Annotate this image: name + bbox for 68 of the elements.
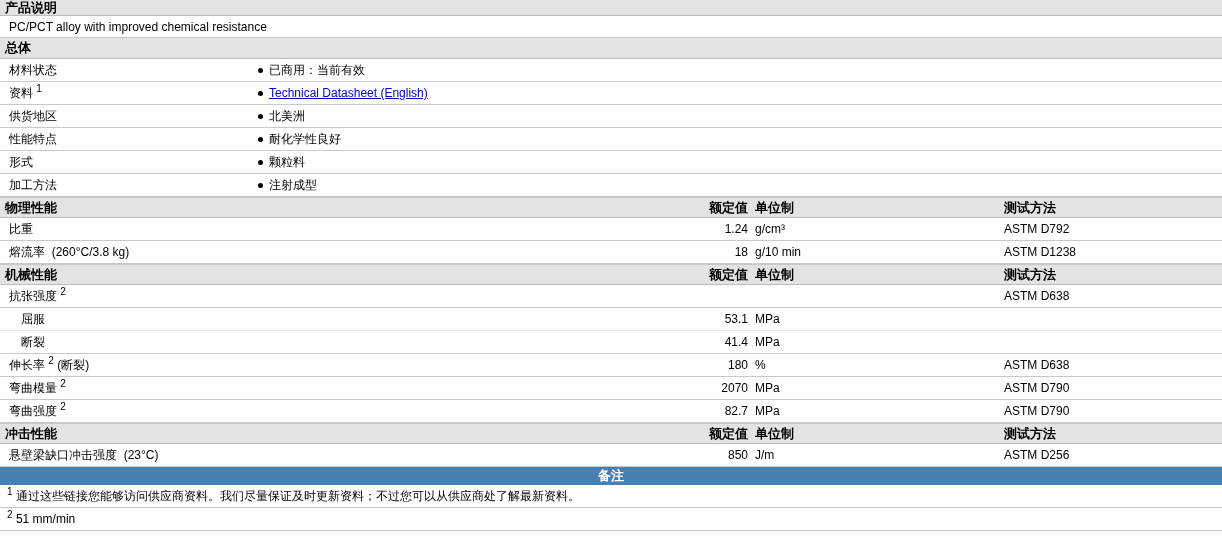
unit-cell-text: g/10 min	[754, 245, 802, 259]
value-cell: 41.4	[724, 335, 748, 349]
value-cell: 1.24	[724, 222, 748, 236]
property-value: 注射成型	[269, 176, 317, 194]
test-method: ASTM D790	[1004, 381, 1070, 395]
bullet-icon	[258, 113, 263, 119]
bullet-icon	[258, 90, 263, 96]
property-name: 断裂	[20, 333, 45, 351]
property-name: 资料 $^{1}$	[8, 84, 42, 102]
bullet-icon	[258, 159, 263, 165]
bullet-icon	[258, 182, 263, 188]
test-method: ASTM D638	[1004, 358, 1070, 372]
property-name: 形式	[8, 153, 33, 171]
unit-cell-text: %	[754, 358, 766, 372]
unit-cell-text: MPa	[754, 404, 780, 418]
property-name: 加工方法	[8, 176, 57, 194]
property-name: 熔流率 (260°C/3.8 kg)	[8, 243, 130, 261]
column-heading: 单位制	[754, 425, 794, 442]
value-cell: 2070	[721, 381, 748, 395]
property-name: 比重	[8, 220, 33, 238]
test-method: ASTM D1238	[1004, 245, 1077, 259]
value-cell: 180	[727, 358, 748, 372]
property-name: 悬壁梁缺口冲击强度 (23°C)	[8, 446, 159, 464]
unit-cell-text: MPa	[754, 335, 780, 349]
unit-cell-text: J/m	[754, 448, 775, 462]
property-value: 北美洲	[269, 107, 305, 125]
property-name: 性能特点	[8, 130, 57, 148]
datasheet-link[interactable]: Technical Datasheet (English)	[269, 86, 428, 100]
section-title: 物理性能	[4, 199, 57, 216]
product-description: PC/PCT alloy with improved chemical resistance	[9, 19, 267, 34]
value-cell: 53.1	[724, 312, 748, 326]
unit-cell-text: MPa	[754, 381, 780, 395]
property-name: 抗张强度 $^{2}$	[8, 287, 66, 305]
bullet-icon	[258, 67, 263, 73]
unit-cell-text: g/cm³	[754, 222, 785, 236]
column-heading: 单位制	[754, 266, 794, 283]
test-method: ASTM D790	[1004, 404, 1070, 418]
section-title: 总体	[5, 39, 31, 57]
footnote: $^{1}$ 通过这些链接您能够访问供应商资料。我们尽量保证及时更新资料；不过您可以从供应商处了解最新资料。	[7, 487, 580, 505]
value-cell: 82.7	[724, 404, 748, 418]
property-value: 耐化学性良好	[269, 130, 341, 148]
column-heading: 测试方法	[1004, 199, 1056, 216]
property-name: 弯曲模量 $^{2}$	[8, 379, 66, 397]
column-heading: 单位制	[754, 199, 794, 216]
column-heading: 测试方法	[1004, 266, 1056, 283]
section-title: 备注	[598, 467, 624, 485]
test-method: ASTM D256	[1004, 448, 1070, 462]
value-cell: 18	[734, 245, 748, 259]
property-name: 屈服	[20, 310, 45, 328]
column-heading: 额定值	[709, 425, 748, 442]
column-heading: 额定值	[709, 266, 748, 283]
value-cell: 850	[727, 448, 748, 462]
column-heading: 测试方法	[1004, 425, 1056, 442]
section-title: 机械性能	[3, 266, 57, 283]
column-heading: 额定值	[709, 199, 748, 216]
test-method: ASTM D638	[1004, 289, 1070, 303]
bullet-icon	[258, 136, 263, 142]
property-name: 伸长率 $^{2}$ (断裂)	[8, 356, 90, 374]
test-method: ASTM D792	[1004, 222, 1070, 236]
section-title: 产品说明	[5, 1, 57, 15]
footnote: $^{2}$ 51 mm/min	[7, 512, 76, 526]
property-name: 弯曲强度 $^{2}$	[8, 402, 66, 420]
unit-cell-text: MPa	[754, 312, 780, 326]
section-title: 冲击性能	[4, 425, 57, 442]
property-value: 已商用：当前有效	[269, 61, 365, 79]
property-name: 材料状态	[8, 61, 57, 79]
property-name: 供货地区	[8, 107, 57, 125]
property-value: 颗粒料	[269, 153, 305, 171]
